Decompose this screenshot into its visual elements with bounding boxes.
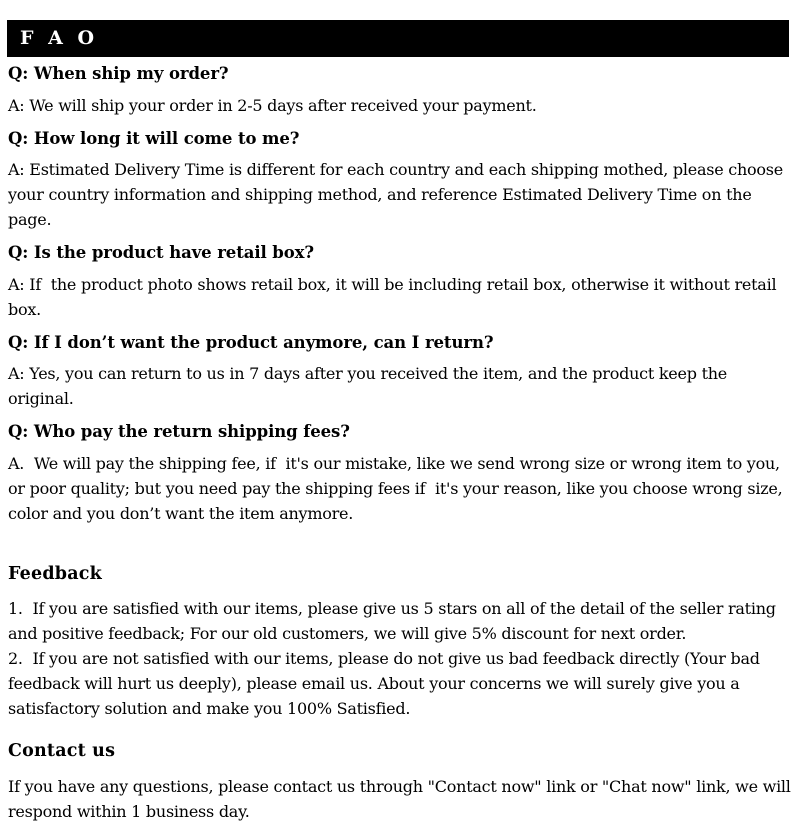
- faq-answer: A: Yes, you can return to us in 7 days a…: [8, 364, 732, 408]
- faq-item: Q: Is the product have retail box? A: If…: [8, 243, 792, 322]
- faq-item: Q: When ship my order? A: We will ship y…: [8, 64, 792, 118]
- faq-question: Q: Is the product have retail box?: [8, 243, 314, 262]
- faq-answer: A. We will pay the shipping fee, if it's…: [8, 453, 788, 523]
- contact-section: Contact us If you have any questions, pl…: [0, 741, 800, 824]
- faq-question: Q: Who pay the return shipping fees?: [8, 422, 350, 441]
- faq-list: Q: When ship my order? A: We will ship y…: [0, 64, 800, 526]
- feedback-item-2: 2. If you are not satisfied with our ite…: [8, 649, 765, 718]
- feedback-list: 1. If you are satisfied with our items, …: [8, 596, 792, 721]
- feedback-item-1: 1. If you are satisfied with our items, …: [8, 599, 781, 643]
- faq-item: Q: How long it will come to me? A: Estim…: [8, 128, 792, 233]
- faq-item: Q: If I don’t want the product anymore, …: [8, 332, 792, 412]
- faq-page: F A O Q: When ship my order? A: We will …: [0, 20, 800, 821]
- faq-title-bar: F A O: [7, 20, 789, 57]
- faq-question: Q: If I don’t want the product anymore, …: [8, 332, 494, 352]
- feedback-section: Feedback 1. If you are satisfied with ou…: [0, 563, 800, 722]
- faq-question: Q: How long it will come to me?: [8, 128, 300, 148]
- feedback-heading: Feedback: [8, 563, 102, 584]
- faq-question: Q: When ship my order?: [8, 64, 229, 83]
- faq-answer: A: We will ship your order in 2-5 days a…: [8, 95, 537, 115]
- contact-heading: Contact us: [8, 741, 116, 761]
- faq-answer: A: Estimated Delivery Time is different …: [8, 160, 788, 229]
- faq-title: F A O: [20, 27, 99, 49]
- faq-answer: A: If the product photo shows retail box…: [8, 274, 782, 319]
- faq-item: Q: Who pay the return shipping fees? A. …: [8, 422, 792, 526]
- contact-body: If you have any questions, please contac…: [8, 776, 796, 821]
